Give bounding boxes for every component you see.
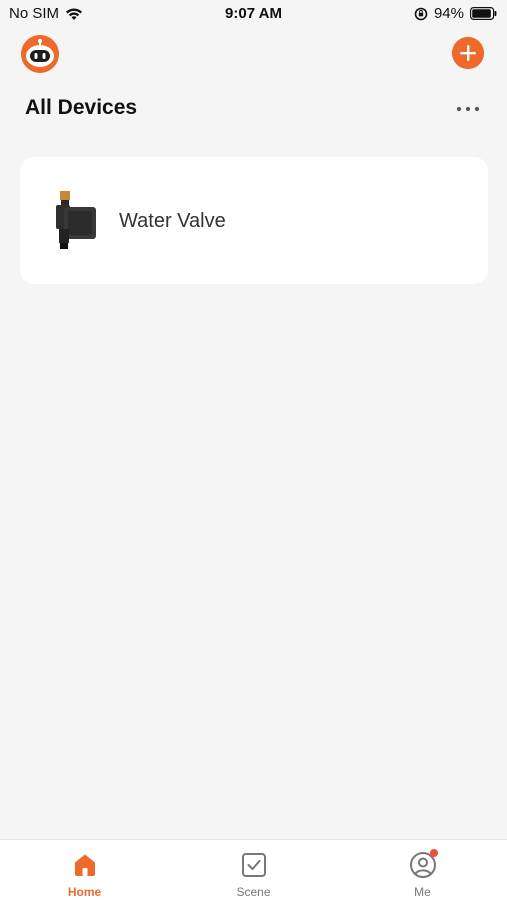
tab-home-label: Home xyxy=(67,885,102,899)
header xyxy=(0,30,507,80)
battery-icon xyxy=(470,7,497,20)
ellipsis-icon xyxy=(456,106,480,112)
water-valve-device-icon xyxy=(54,191,98,249)
tab-scene-label: Scene xyxy=(236,885,271,899)
status-bar: No SIM 9:07 AM 94% xyxy=(0,0,507,30)
orientation-lock-icon xyxy=(414,7,428,21)
page-title: All Devices xyxy=(25,96,138,119)
notification-badge xyxy=(430,849,438,857)
robot-avatar-icon[interactable] xyxy=(21,35,59,73)
add-device-button[interactable] xyxy=(452,37,484,69)
device-card-water-valve[interactable]: Water Valve xyxy=(20,157,488,284)
home-icon xyxy=(70,850,100,880)
plus-circle-icon xyxy=(452,37,484,69)
tab-bar: Home Scene Me xyxy=(0,839,507,901)
tab-me-label: Me xyxy=(414,885,431,899)
device-name: Water Valve xyxy=(119,210,226,232)
scene-check-icon xyxy=(239,850,269,880)
tab-scene[interactable]: Scene xyxy=(169,840,338,901)
status-right: 94% xyxy=(414,5,497,22)
more-options-button[interactable] xyxy=(452,98,484,120)
battery-percent: 94% xyxy=(433,5,464,22)
tab-home[interactable]: Home xyxy=(0,840,169,901)
tab-me[interactable]: Me xyxy=(338,840,507,901)
